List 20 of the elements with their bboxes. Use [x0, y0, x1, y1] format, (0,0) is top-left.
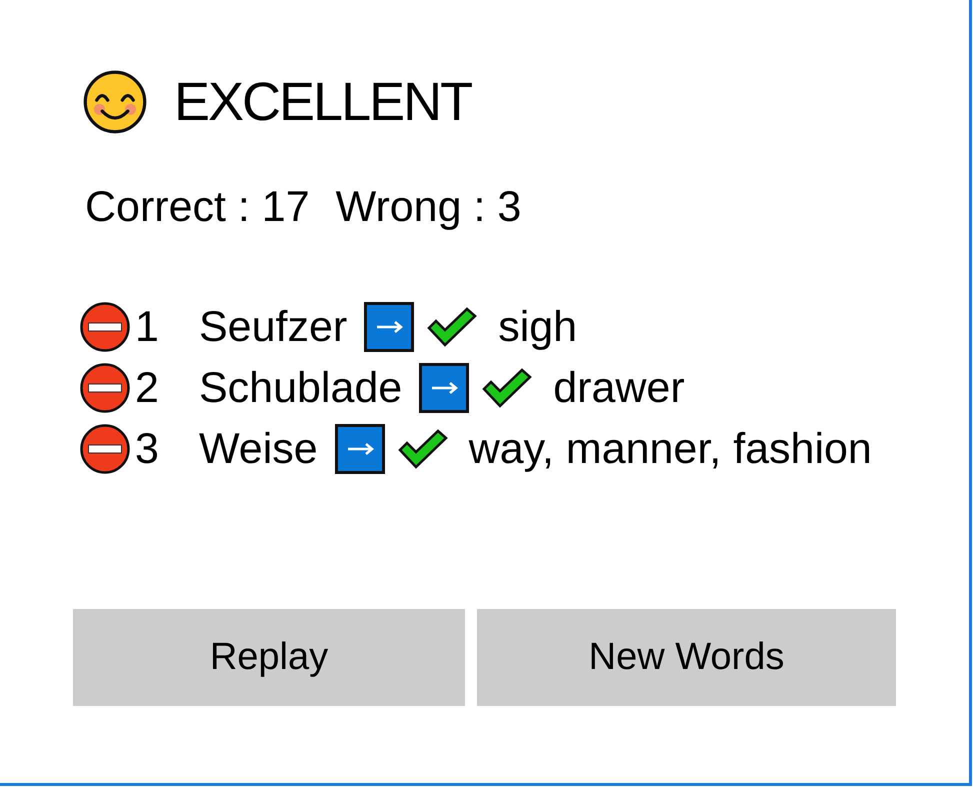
item-number: 1	[134, 302, 160, 352]
translation-text: way, manner, fashion	[468, 424, 872, 474]
item-number: 2	[134, 363, 160, 413]
german-word: Schublade	[199, 363, 402, 413]
no-entry-icon	[80, 363, 130, 413]
action-button[interactable]: Replay	[73, 609, 465, 706]
german-word: Weise	[199, 424, 318, 474]
score-text: Wrong : 3	[336, 182, 522, 232]
rating-title: EXCELLENT	[174, 71, 472, 134]
action-button[interactable]: New Words	[477, 609, 896, 706]
no-entry-icon	[80, 424, 130, 474]
translation-text: sigh	[498, 302, 578, 352]
no-entry-icon	[80, 302, 130, 352]
translation-text: drawer	[553, 363, 685, 413]
german-word: Seufzer	[199, 302, 348, 352]
item-number: 3	[134, 424, 160, 474]
checkmark-icon	[482, 368, 532, 408]
score-text: Correct : 17	[85, 182, 310, 232]
checkmark-icon	[427, 307, 478, 347]
checkmark-icon	[398, 429, 448, 469]
